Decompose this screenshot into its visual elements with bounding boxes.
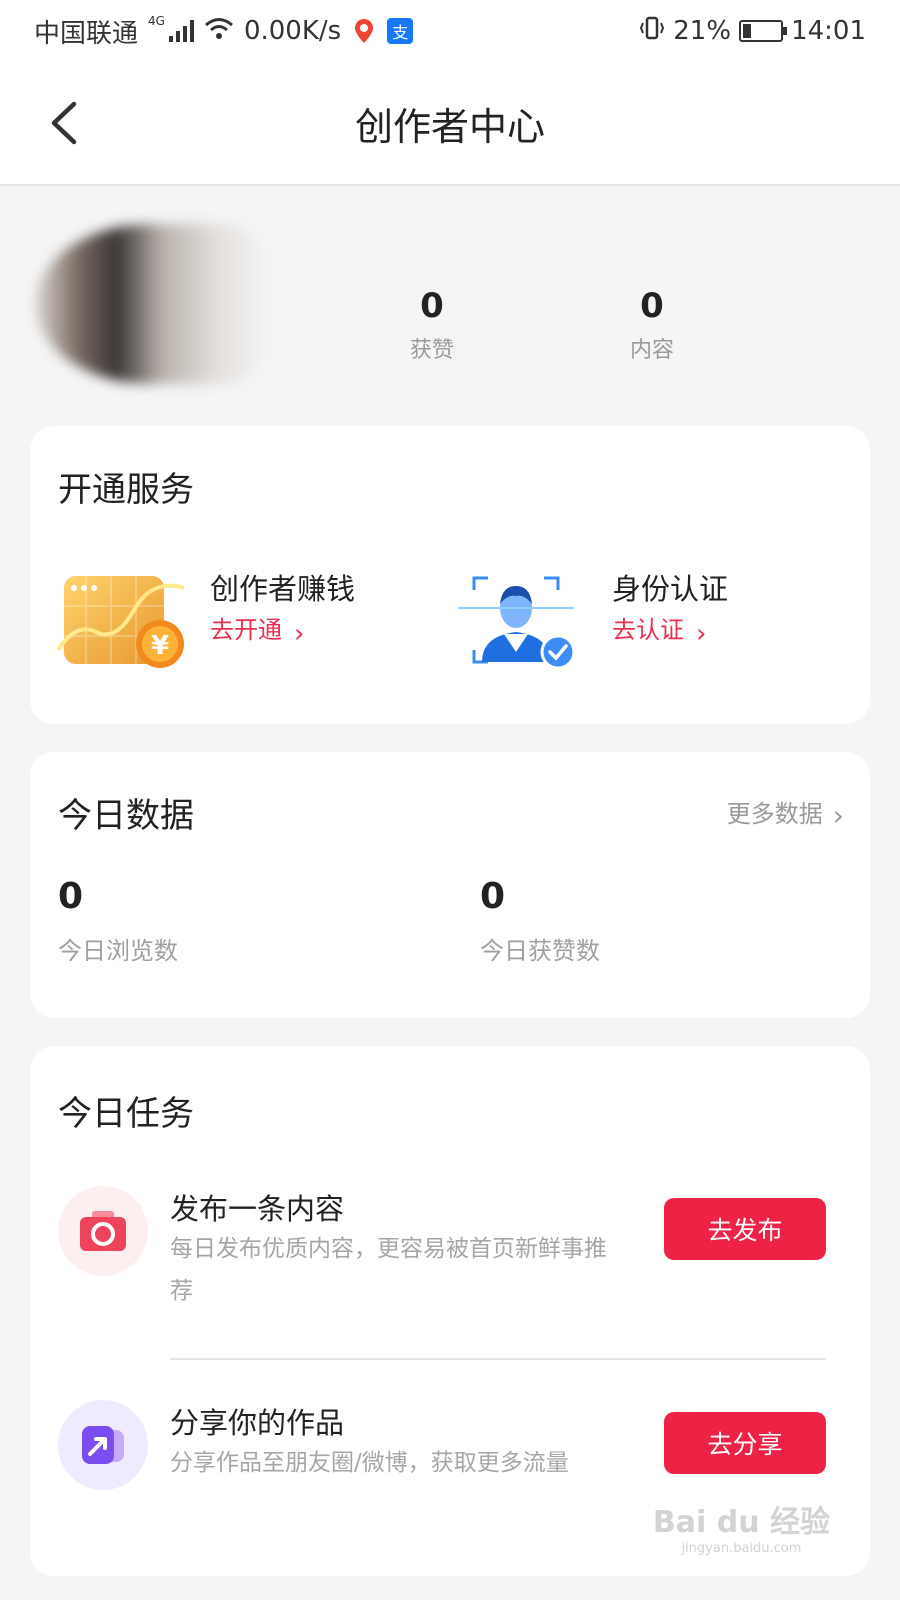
more-data-label: 更多数据 — [726, 800, 823, 828]
baidu-map-icon — [351, 18, 378, 44]
service-identity-verify[interactable]: 身份认证 去认证 › — [458, 566, 858, 686]
task-publish-desc: 每日发布优质内容，更容易被首页新鲜事推荐 — [170, 1236, 607, 1304]
watermark-url: jingyan.baidu.com — [681, 1541, 802, 1556]
signal-icon — [168, 20, 194, 42]
today-views: 0 今日浏览数 — [58, 876, 178, 966]
watermark-logo: Bai du 经验 jingyan.baidu.com — [653, 1497, 830, 1556]
more-data-link[interactable]: 更多数据 › — [726, 794, 844, 832]
activate-label: 去开通 — [210, 616, 282, 644]
vibrate-icon — [639, 16, 665, 47]
today-views-label: 今日浏览数 — [58, 937, 178, 965]
status-bar: 中国联通 4G 0.00K/s 支 21% 14:01 — [0, 0, 900, 62]
task-share-title: 分享你的作品 — [170, 1406, 345, 1440]
today-tasks-title: 今日任务 — [58, 1094, 194, 1134]
back-button[interactable] — [44, 98, 84, 148]
net-speed: 0.00K/s — [243, 16, 342, 46]
watermark-brand: Bai du 经验 — [652, 1505, 830, 1540]
stat-likes[interactable]: 0 获赞 — [410, 286, 454, 364]
page-title: 创作者中心 — [354, 104, 545, 149]
likes-count: 0 — [420, 286, 444, 326]
profile-header: 0 获赞 0 内容 — [0, 186, 900, 416]
clock: 14:01 — [791, 16, 866, 46]
verify-label: 去认证 — [612, 616, 684, 644]
nav-bar: 创作者中心 — [0, 62, 900, 186]
network-type: 4G — [148, 14, 165, 28]
verify-link[interactable]: 去认证 › — [612, 610, 706, 649]
earnings-chart-icon: ¥ — [56, 566, 186, 686]
chevron-right-icon: › — [294, 619, 305, 649]
chevron-right-icon: › — [696, 619, 707, 649]
stat-content[interactable]: 0 内容 — [630, 286, 674, 364]
services-title: 开通服务 — [58, 470, 194, 510]
battery-percent: 21% — [673, 16, 732, 46]
service-creator-earnings[interactable]: ¥ 创作者赚钱 去开通 › — [56, 566, 456, 686]
svg-text:¥: ¥ — [151, 631, 169, 661]
today-data-card: 今日数据 更多数据 › 0 今日浏览数 0 今日获赞数 — [30, 752, 870, 1018]
share-icon — [58, 1400, 148, 1490]
activate-link[interactable]: 去开通 › — [210, 610, 304, 649]
today-likes-label: 今日获赞数 — [480, 937, 600, 965]
service-name-earnings: 创作者赚钱 — [210, 572, 356, 606]
chevron-left-icon — [51, 101, 77, 145]
task-publish-title: 发布一条内容 — [170, 1192, 345, 1226]
publish-button[interactable]: 去发布 — [664, 1198, 826, 1260]
content-label: 内容 — [630, 338, 675, 363]
identity-verify-icon — [458, 566, 588, 686]
today-likes: 0 今日获赞数 — [480, 876, 600, 966]
task-divider — [170, 1358, 826, 1360]
chevron-right-icon: › — [832, 799, 844, 832]
content-count: 0 — [640, 286, 664, 326]
battery-icon — [739, 20, 788, 42]
today-data-title: 今日数据 — [58, 796, 194, 836]
likes-label: 获赞 — [410, 338, 455, 363]
camera-icon — [58, 1186, 148, 1276]
task-publish: 发布一条内容 每日发布优质内容，更容易被首页新鲜事推荐 去发布 — [30, 1186, 870, 1356]
services-card: 开通服务 ¥ 创作者赚钱 去开通 › 身份认证 去认证 › — [30, 426, 870, 724]
wifi-icon — [204, 16, 234, 47]
today-views-count: 0 — [58, 876, 84, 917]
today-likes-count: 0 — [480, 876, 506, 917]
task-share-desc: 分享作品至朋友圈/微博，获取更多流量 — [170, 1450, 569, 1476]
share-button[interactable]: 去分享 — [664, 1412, 826, 1474]
avatar[interactable] — [36, 224, 264, 384]
service-name-identity: 身份认证 — [612, 572, 729, 606]
alipay-icon: 支 — [387, 18, 414, 44]
carrier-label: 中国联通 — [34, 18, 139, 49]
